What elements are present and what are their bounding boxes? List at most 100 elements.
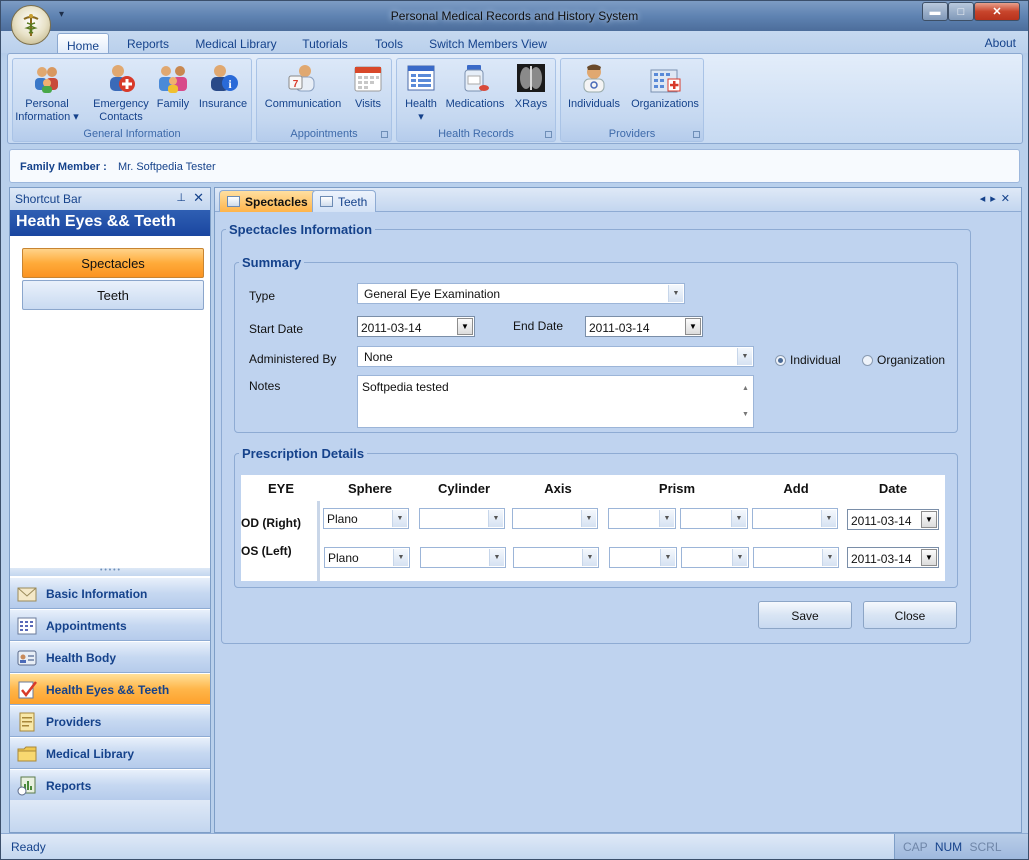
os-date-value: 2011-03-14: [851, 552, 912, 566]
os-add-select[interactable]: ▼: [753, 547, 839, 568]
close-button[interactable]: Close: [863, 601, 957, 629]
nav-appointments[interactable]: Appointments: [10, 609, 210, 641]
close-icon[interactable]: ✕: [193, 190, 204, 206]
od-cylinder-select[interactable]: ▼: [419, 508, 505, 529]
family-member-value[interactable]: Mr. Softpedia Tester: [118, 161, 216, 173]
health-dropdown-icon[interactable]: ▾: [401, 111, 441, 124]
doc-tab-spectacles[interactable]: Spectacles: [219, 190, 317, 212]
scroll-left-icon[interactable]: ◂: [980, 193, 991, 205]
od-sphere-select[interactable]: Plano ▼: [323, 508, 409, 529]
cap-indicator: CAP: [903, 840, 928, 854]
notes-scrollbar[interactable]: ▲ ▼: [738, 376, 753, 427]
nav-basic-information[interactable]: Basic Information: [10, 577, 210, 609]
tab-medical-library[interactable]: Medical Library: [187, 35, 285, 53]
nav-medical-library[interactable]: Medical Library: [10, 737, 210, 769]
communication-button[interactable]: 7 Communication: [261, 62, 345, 111]
document-icon: [17, 712, 37, 732]
save-button[interactable]: Save: [758, 601, 852, 629]
insurance-button[interactable]: i Insurance: [195, 62, 251, 111]
chevron-down-icon[interactable]: ▼: [488, 510, 503, 527]
app-menu-orb-icon[interactable]: [11, 5, 51, 45]
nav-health-eyes-teeth[interactable]: Health Eyes && Teeth: [10, 673, 210, 705]
od-date-picker[interactable]: 2011-03-14 ▼: [847, 509, 939, 530]
personal-information-icon: [31, 62, 63, 94]
doc-tab-teeth[interactable]: Teeth: [312, 190, 377, 212]
chevron-down-icon[interactable]: ▼: [581, 510, 596, 527]
sidebar-spectacles-button[interactable]: Spectacles: [22, 248, 204, 278]
chevron-down-icon[interactable]: ▼: [921, 549, 937, 566]
administered-by-select[interactable]: None ▼: [357, 346, 754, 367]
organizations-button[interactable]: Organizations: [627, 62, 703, 111]
end-date-picker[interactable]: 2011-03-14 ▼: [585, 316, 703, 337]
sidebar-splitter[interactable]: • • • • •: [10, 567, 210, 576]
chevron-down-icon[interactable]: ▼: [392, 510, 407, 527]
sidebar-teeth-button[interactable]: Teeth: [22, 280, 204, 310]
maximize-button[interactable]: □: [948, 2, 974, 21]
appointments-group-expand-icon[interactable]: [381, 131, 388, 138]
os-cylinder-select[interactable]: ▼: [420, 547, 506, 568]
chevron-down-icon[interactable]: ▼: [921, 511, 937, 528]
chevron-down-icon[interactable]: ▼: [685, 318, 701, 335]
chevron-down-icon[interactable]: ▼: [732, 549, 747, 566]
emergency-contacts-button[interactable]: Emergency Contacts: [91, 62, 151, 124]
about-link[interactable]: About: [985, 36, 1016, 50]
type-select[interactable]: General Eye Examination ▼: [357, 283, 685, 304]
nav-health-body[interactable]: Health Body: [10, 641, 210, 673]
ribbon-tab-row: Home Reports Medical Library Tutorials T…: [1, 31, 1028, 54]
chevron-down-icon[interactable]: ▼: [668, 285, 683, 302]
od-date-value: 2011-03-14: [851, 514, 912, 528]
od-axis-select[interactable]: ▼: [512, 508, 598, 529]
od-prism-2-select[interactable]: ▼: [680, 508, 748, 529]
end-date-value: 2011-03-14: [589, 321, 650, 335]
od-prism-1-select[interactable]: ▼: [608, 508, 676, 529]
close-icon[interactable]: ✕: [1001, 193, 1015, 205]
minimize-button[interactable]: ▬: [922, 2, 948, 21]
health-button[interactable]: Health ▾: [401, 62, 441, 124]
nav-providers[interactable]: Providers: [10, 705, 210, 737]
os-prism-2-select[interactable]: ▼: [681, 547, 749, 568]
radio-organization[interactable]: Organization: [862, 353, 945, 367]
chevron-down-icon[interactable]: ▼: [822, 549, 837, 566]
xrays-button[interactable]: XRays: [509, 62, 553, 111]
chevron-down-icon[interactable]: ▼: [489, 549, 504, 566]
chevron-down-icon[interactable]: ▼: [660, 549, 675, 566]
tab-switch-members-view[interactable]: Switch Members View: [423, 35, 553, 53]
pin-icon[interactable]: ⊥: [176, 191, 186, 204]
chevron-down-icon[interactable]: ▼: [737, 348, 752, 365]
os-sphere-select[interactable]: Plano ▼: [324, 547, 410, 568]
individuals-button[interactable]: Individuals: [563, 62, 625, 111]
family-button[interactable]: Family: [153, 62, 193, 111]
chevron-down-icon[interactable]: ▼: [731, 510, 746, 527]
chevron-down-icon[interactable]: ▼: [457, 318, 473, 335]
health-records-group-expand-icon[interactable]: [545, 131, 552, 138]
start-date-picker[interactable]: 2011-03-14 ▼: [357, 316, 475, 337]
nav-reports[interactable]: Reports: [10, 769, 210, 801]
notes-textarea[interactable]: Softpedia tested ▲ ▼: [357, 375, 754, 428]
tab-home[interactable]: Home: [57, 33, 109, 54]
close-window-button[interactable]: ✕: [974, 2, 1020, 21]
organizations-label: Organizations: [631, 98, 699, 110]
providers-group-expand-icon[interactable]: [693, 131, 700, 138]
os-prism-1-select[interactable]: ▼: [609, 547, 677, 568]
tab-tutorials[interactable]: Tutorials: [293, 35, 357, 53]
tab-reports[interactable]: Reports: [119, 35, 177, 53]
radio-organization-dot[interactable]: [862, 355, 873, 366]
family-icon: [157, 62, 189, 94]
os-axis-select[interactable]: ▼: [513, 547, 599, 568]
radio-individual-dot[interactable]: [775, 355, 786, 366]
chevron-down-icon[interactable]: ▼: [659, 510, 674, 527]
spectacles-information-frame: Spectacles Information Summary Type Gene…: [221, 222, 971, 644]
tab-tools[interactable]: Tools: [365, 35, 413, 53]
chevron-down-icon[interactable]: ▼: [582, 549, 597, 566]
scroll-right-icon[interactable]: ▸: [990, 193, 1001, 205]
personal-information-button[interactable]: Personal Information ▾: [15, 62, 79, 124]
visits-button[interactable]: Visits: [347, 62, 389, 111]
radio-individual[interactable]: Individual: [775, 353, 841, 367]
os-date-picker[interactable]: 2011-03-14 ▼: [847, 547, 939, 568]
od-add-select[interactable]: ▼: [752, 508, 838, 529]
chevron-down-icon[interactable]: ▼: [393, 549, 408, 566]
medications-button[interactable]: Medications: [443, 62, 507, 111]
chevron-down-icon[interactable]: ▼: [821, 510, 836, 527]
col-date-header: Date: [878, 481, 908, 496]
quick-access-dropdown-icon[interactable]: ▾: [59, 9, 64, 20]
